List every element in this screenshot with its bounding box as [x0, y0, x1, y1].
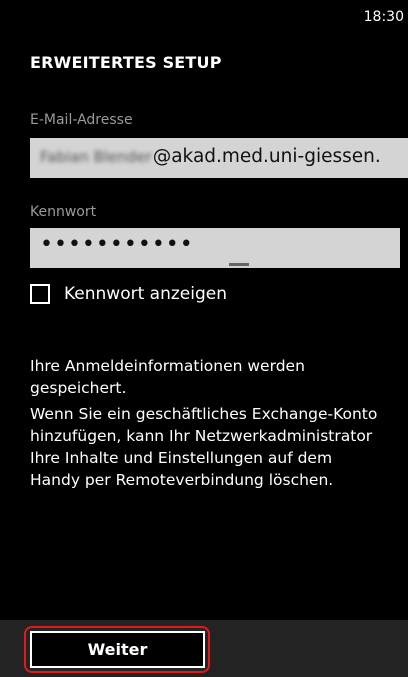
- email-field[interactable]: Fabian Blender @akad.med.uni-giessen.: [30, 138, 408, 178]
- next-button[interactable]: Weiter: [30, 631, 205, 668]
- show-password-row[interactable]: Kennwort anzeigen: [30, 281, 227, 307]
- show-password-label[interactable]: Kennwort anzeigen: [64, 284, 227, 304]
- email-domain: @akad.med.uni-giessen.: [152, 146, 381, 167]
- status-bar: 18:30: [0, 0, 408, 32]
- password-field[interactable]: •••••••••••: [30, 228, 400, 268]
- email-user-blurred: Fabian Blender: [40, 147, 152, 166]
- email-label: E-Mail-Adresse: [30, 112, 133, 128]
- status-time: 18:30: [363, 9, 404, 25]
- password-label: Kennwort: [30, 204, 97, 220]
- exchange-warning-text: Wenn Sie ein geschäftliches Exchange-Kon…: [30, 405, 378, 489]
- credentials-saved-text: Ihre Anmeldeinformationen werden gespeic…: [30, 357, 305, 397]
- page-title: ERWEITERTES SETUP: [30, 53, 222, 72]
- text-caret-marker: [229, 263, 249, 266]
- show-password-checkbox[interactable]: [30, 284, 50, 304]
- password-value: •••••••••••: [40, 232, 194, 257]
- email-value: Fabian Blender @akad.med.uni-giessen.: [40, 146, 381, 167]
